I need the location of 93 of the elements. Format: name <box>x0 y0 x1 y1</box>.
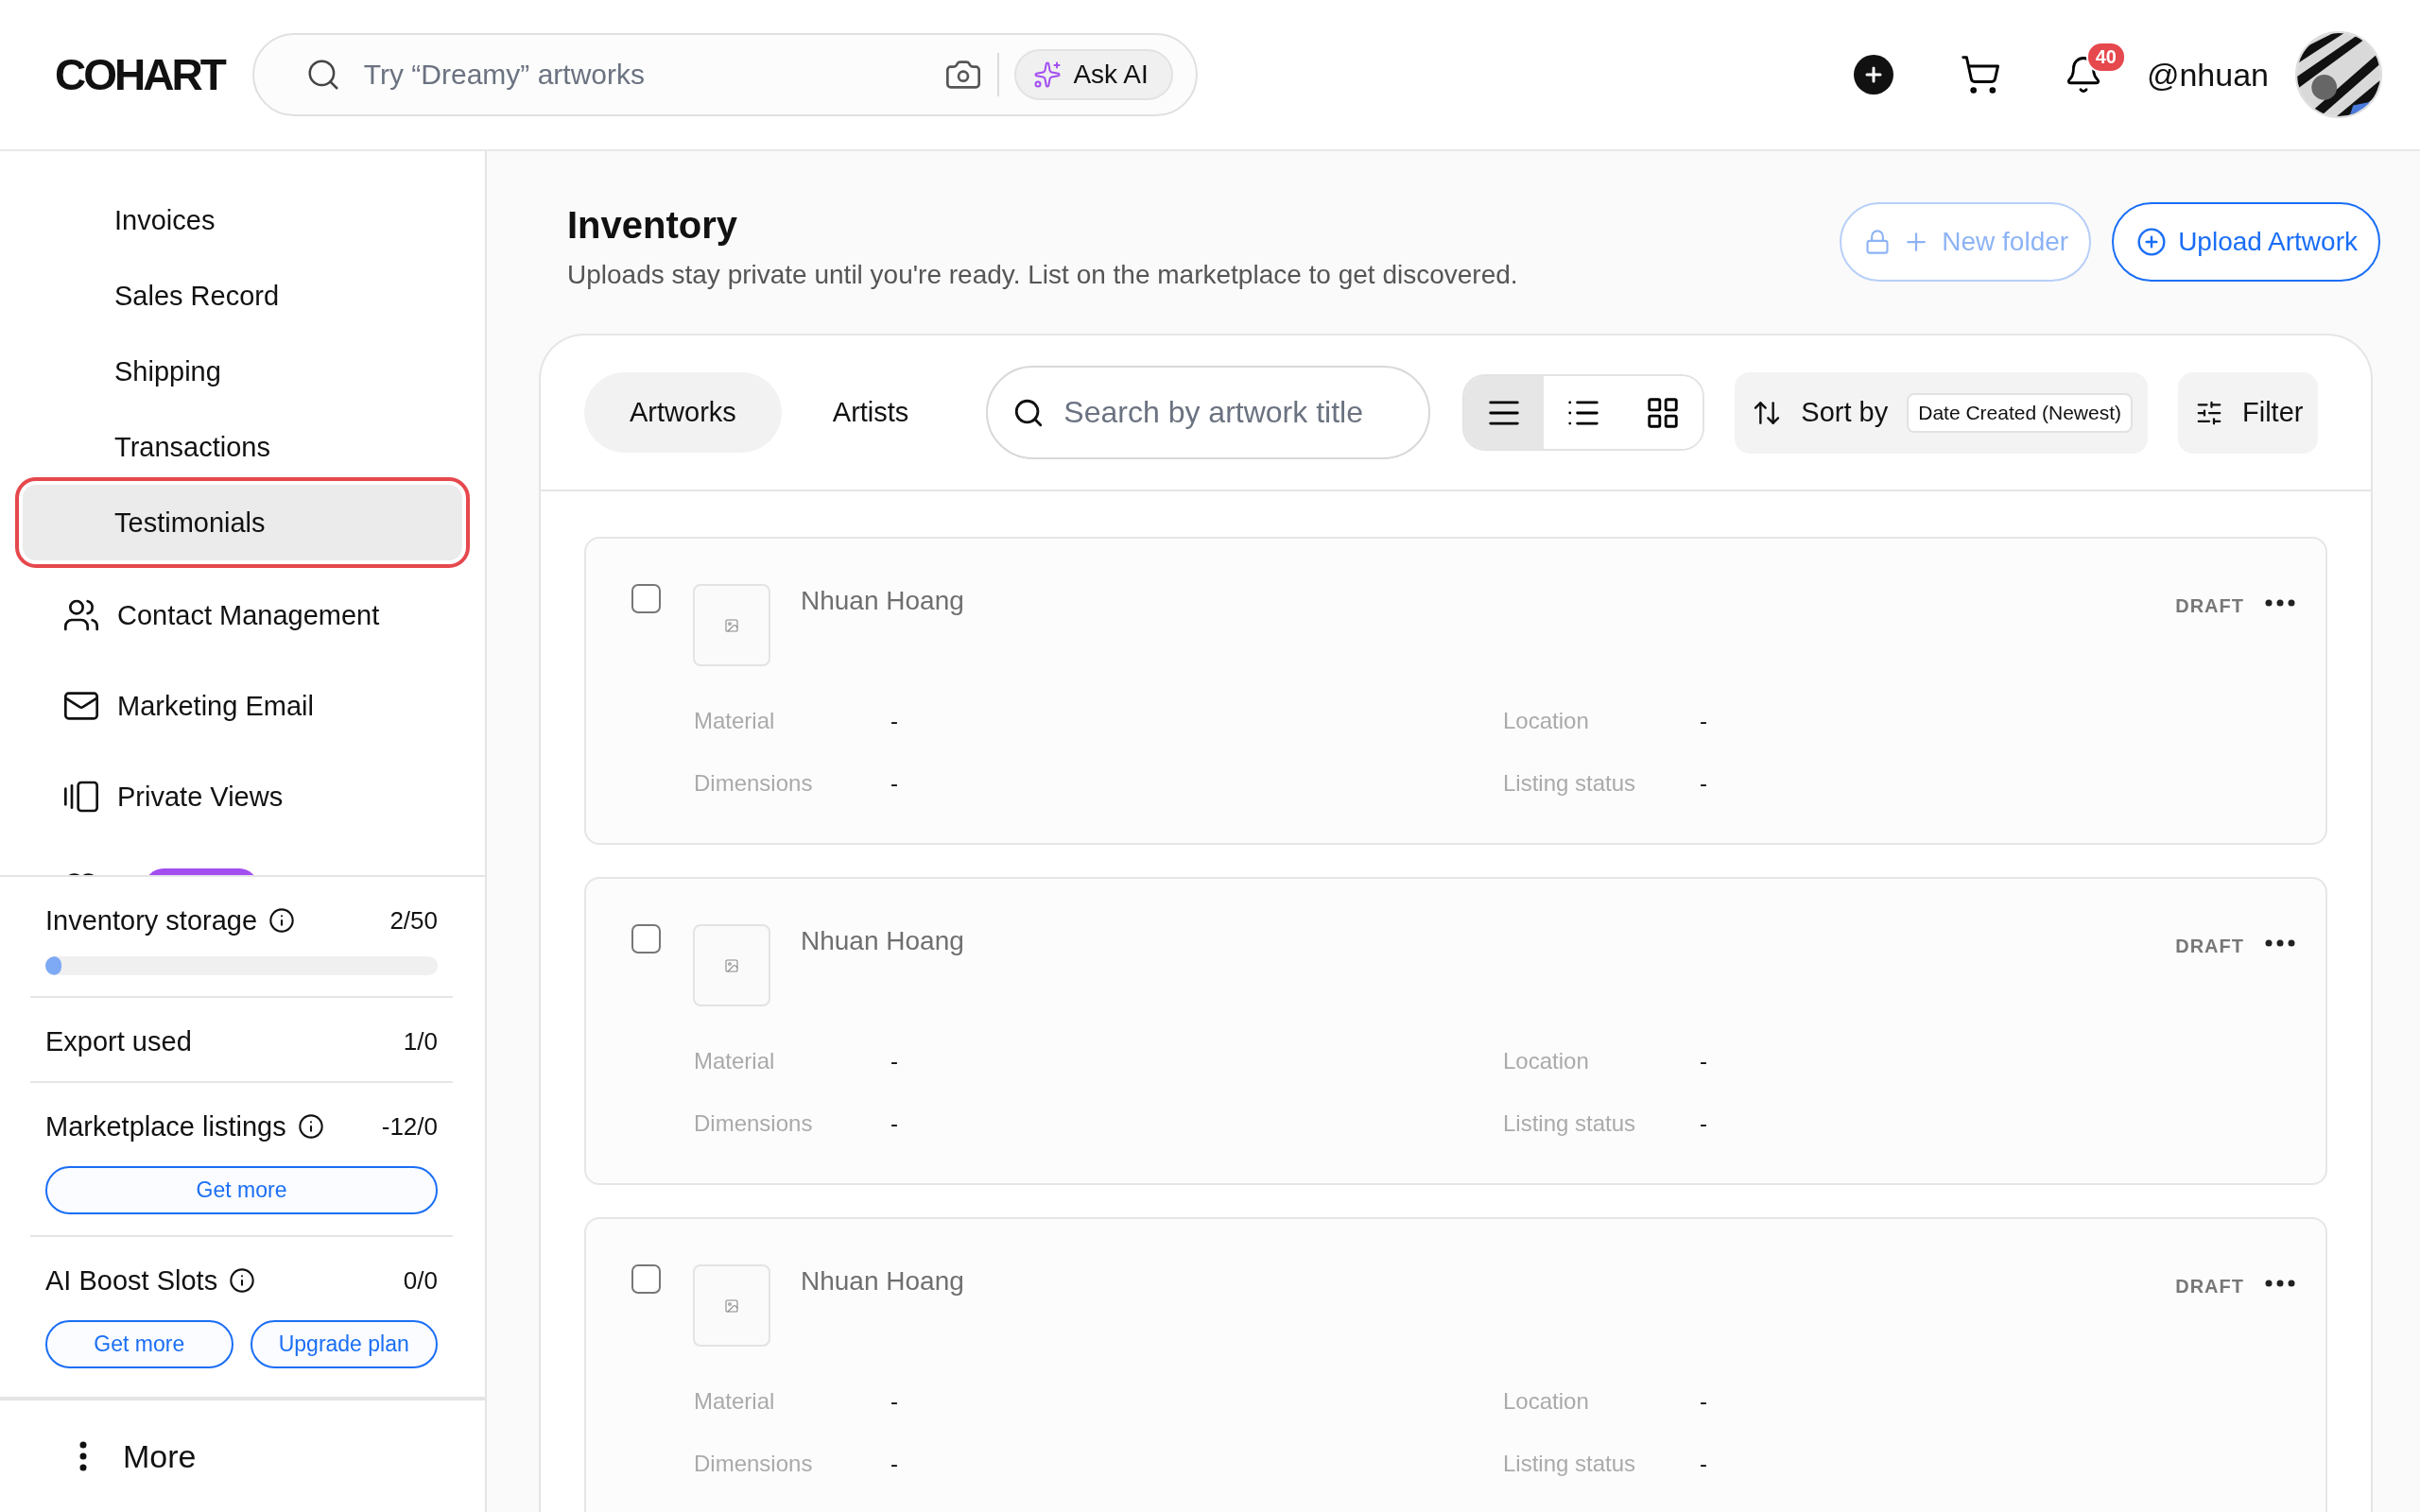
get-more-button[interactable]: Upgrade plan <box>250 1320 438 1368</box>
sidebar-item[interactable]: Transactions <box>23 409 462 485</box>
tab[interactable]: Artists <box>786 372 955 453</box>
field-value: - <box>890 1110 899 1137</box>
checkbox[interactable] <box>631 1264 661 1294</box>
field-value: - <box>1700 708 1708 734</box>
field-label: Material <box>694 708 776 734</box>
search-field[interactable]: Try “Dreamy” artworks Ask AI <box>251 33 1198 116</box>
more-link[interactable]: More <box>0 1397 485 1512</box>
field-label: Listing status <box>1503 770 1637 797</box>
search-input[interactable]: Try “Dreamy” artworks <box>361 58 945 92</box>
plus-circle-icon <box>2136 227 2168 257</box>
sidebar-item[interactable]: Marketing Email <box>23 661 462 751</box>
page-subtitle: Uploads stay private until you're ready. List on the marketplace to get discovered. <box>567 260 1518 290</box>
add-button[interactable] <box>1853 55 1893 94</box>
more-button[interactable] <box>2265 599 2295 607</box>
more-button[interactable] <box>2265 1280 2295 1287</box>
more-icon <box>2265 1280 2295 1287</box>
field-value: - <box>1700 1110 1708 1137</box>
get-more-button[interactable]: Get more <box>45 1166 438 1214</box>
sort-value[interactable]: Date Created (Newest) <box>1907 392 2133 433</box>
field-label: Location <box>1503 1048 1590 1074</box>
artist-name: Nhuan Hoang <box>801 1266 964 1297</box>
sort-label: Sort by <box>1801 397 1889 428</box>
usage-value: 1/0 <box>403 1026 438 1057</box>
field-value: - <box>890 1048 899 1074</box>
field-label: Dimensions <box>694 1451 814 1477</box>
field-value: - <box>890 770 899 797</box>
usage-value: 2/50 <box>389 905 438 936</box>
checkbox[interactable] <box>631 924 661 954</box>
usage-label: Marketplace listings <box>45 1110 286 1143</box>
usage-value: -12/0 <box>381 1111 438 1142</box>
page-title: Inventory <box>567 204 739 247</box>
more-button[interactable] <box>2265 939 2295 947</box>
info-icon[interactable] <box>229 1267 256 1294</box>
checkbox[interactable] <box>631 584 661 613</box>
lock-icon <box>1864 229 1892 255</box>
more-icon <box>79 1441 87 1471</box>
usage-value: 0/0 <box>403 1265 438 1296</box>
artwork-card[interactable]: Nhuan Hoang DRAFT Material - Location - Dimensions - Listing status - <box>584 537 2327 845</box>
sidebar-item[interactable]: Shipping <box>23 334 462 409</box>
status-label: DRAFT <box>2175 1276 2244 1297</box>
info-icon[interactable] <box>268 907 296 934</box>
sort-button[interactable]: Sort by Date Created (Newest) <box>1735 371 2148 454</box>
artist-name: Nhuan Hoang <box>801 586 964 616</box>
status-label: DRAFT <box>2175 936 2244 957</box>
tab[interactable]: Artworks <box>584 372 782 453</box>
more-icon <box>2265 599 2295 607</box>
artwork-thumbnail[interactable] <box>693 1264 770 1347</box>
sidebar-item[interactable]: Private Views <box>23 751 462 842</box>
filter-button[interactable]: Filter <box>2178 371 2319 454</box>
sidebar-item[interactable]: Invoices <box>23 182 462 258</box>
sidebar-item[interactable]: Contact Management <box>23 570 462 661</box>
info-icon[interactable] <box>297 1113 324 1140</box>
cart-button[interactable] <box>1959 54 2001 95</box>
field-value: - <box>890 1388 899 1415</box>
logo[interactable]: COHART <box>55 53 224 96</box>
view-toggle[interactable] <box>1464 376 1545 449</box>
artwork-card[interactable]: Nhuan Hoang DRAFT Material - Location - Dimensions - Listing status - <box>584 1217 2327 1512</box>
field-label: Dimensions <box>694 1110 814 1137</box>
usage-label: AI Boost Slots <box>45 1264 218 1297</box>
field-label: Material <box>694 1048 776 1074</box>
image-icon <box>724 617 739 633</box>
field-label: Listing status <box>1503 1110 1637 1137</box>
field-label: Material <box>694 1388 776 1415</box>
artwork-card[interactable]: Nhuan Hoang DRAFT Material - Location - Dimensions - Listing status - <box>584 877 2327 1185</box>
search-field[interactable]: Search by artwork title <box>986 366 1431 459</box>
action-button[interactable]: Upload Artwork <box>2112 202 2380 282</box>
image-icon <box>724 957 739 973</box>
image-icon <box>724 1297 739 1314</box>
usage-label: Export used <box>45 1025 192 1057</box>
field-value: - <box>890 708 899 734</box>
more-icon <box>2265 939 2295 947</box>
usage-label: Inventory storage <box>45 904 258 936</box>
field-label: Location <box>1503 1388 1590 1415</box>
field-value: - <box>1700 1388 1708 1415</box>
ask-ai-button[interactable]: Ask AI <box>1014 49 1173 100</box>
get-more-button[interactable]: Get more <box>45 1320 233 1368</box>
field-label: Listing status <box>1503 1451 1637 1477</box>
status-label: DRAFT <box>2175 595 2244 617</box>
sidebar-item[interactable]: Sales Record <box>23 258 462 334</box>
field-label: Location <box>1503 708 1590 734</box>
artwork-thumbnail[interactable] <box>693 924 770 1006</box>
field-value: - <box>1700 1451 1708 1477</box>
artwork-thumbnail[interactable] <box>693 584 770 666</box>
sparkles-icon <box>1033 60 1063 89</box>
field-label: Dimensions <box>694 770 814 797</box>
artist-name: Nhuan Hoang <box>801 926 964 956</box>
field-value: - <box>1700 1048 1708 1074</box>
field-value: - <box>1700 770 1708 797</box>
field-value: - <box>890 1451 899 1477</box>
notification-badge: 40 <box>2085 42 2126 73</box>
username[interactable]: @nhuan <box>2146 56 2269 94</box>
